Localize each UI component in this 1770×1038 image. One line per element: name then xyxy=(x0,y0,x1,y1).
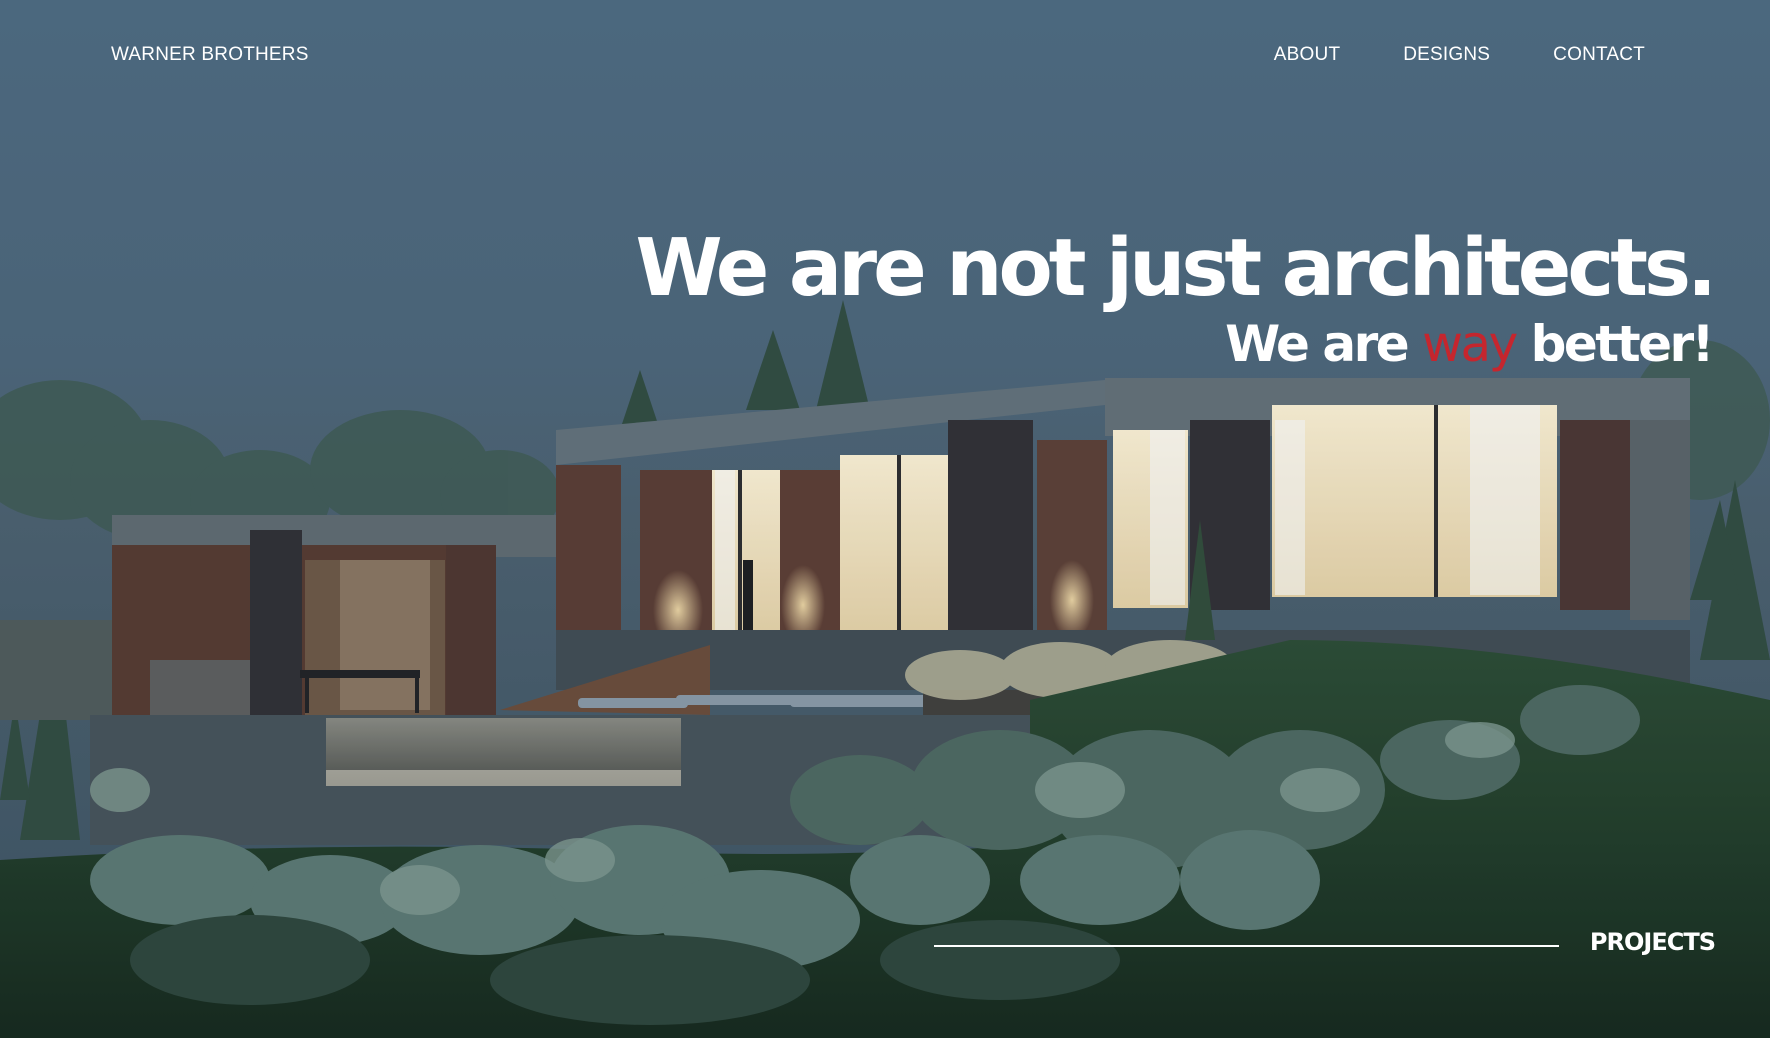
nav-link-designs[interactable]: DESIGNS xyxy=(1403,44,1490,66)
projects-link[interactable]: PROJECTS xyxy=(1590,928,1716,956)
subheadline-suffix: better! xyxy=(1530,315,1715,373)
hero-headline: We are not just architects. xyxy=(635,222,1717,314)
brand-logo-link[interactable]: WARNER BROTHERS xyxy=(111,44,309,66)
subheadline-prefix: We are xyxy=(1225,315,1410,373)
nav-link-about[interactable]: ABOUT xyxy=(1274,44,1340,66)
nav-link-contact[interactable]: CONTACT xyxy=(1553,44,1645,66)
hero-subheadline: We are way better! xyxy=(1225,313,1715,375)
landing-page: WARNER BROTHERS ABOUT DESIGNS CONTACT We… xyxy=(0,0,1770,1038)
nav-menu: ABOUT DESIGNS CONTACT xyxy=(1274,44,1645,66)
subheadline-accent-word: way xyxy=(1422,315,1518,373)
top-navigation: WARNER BROTHERS ABOUT DESIGNS CONTACT xyxy=(0,0,1770,112)
hero-background-image xyxy=(0,0,1770,1038)
projects-divider-line xyxy=(934,945,1559,947)
